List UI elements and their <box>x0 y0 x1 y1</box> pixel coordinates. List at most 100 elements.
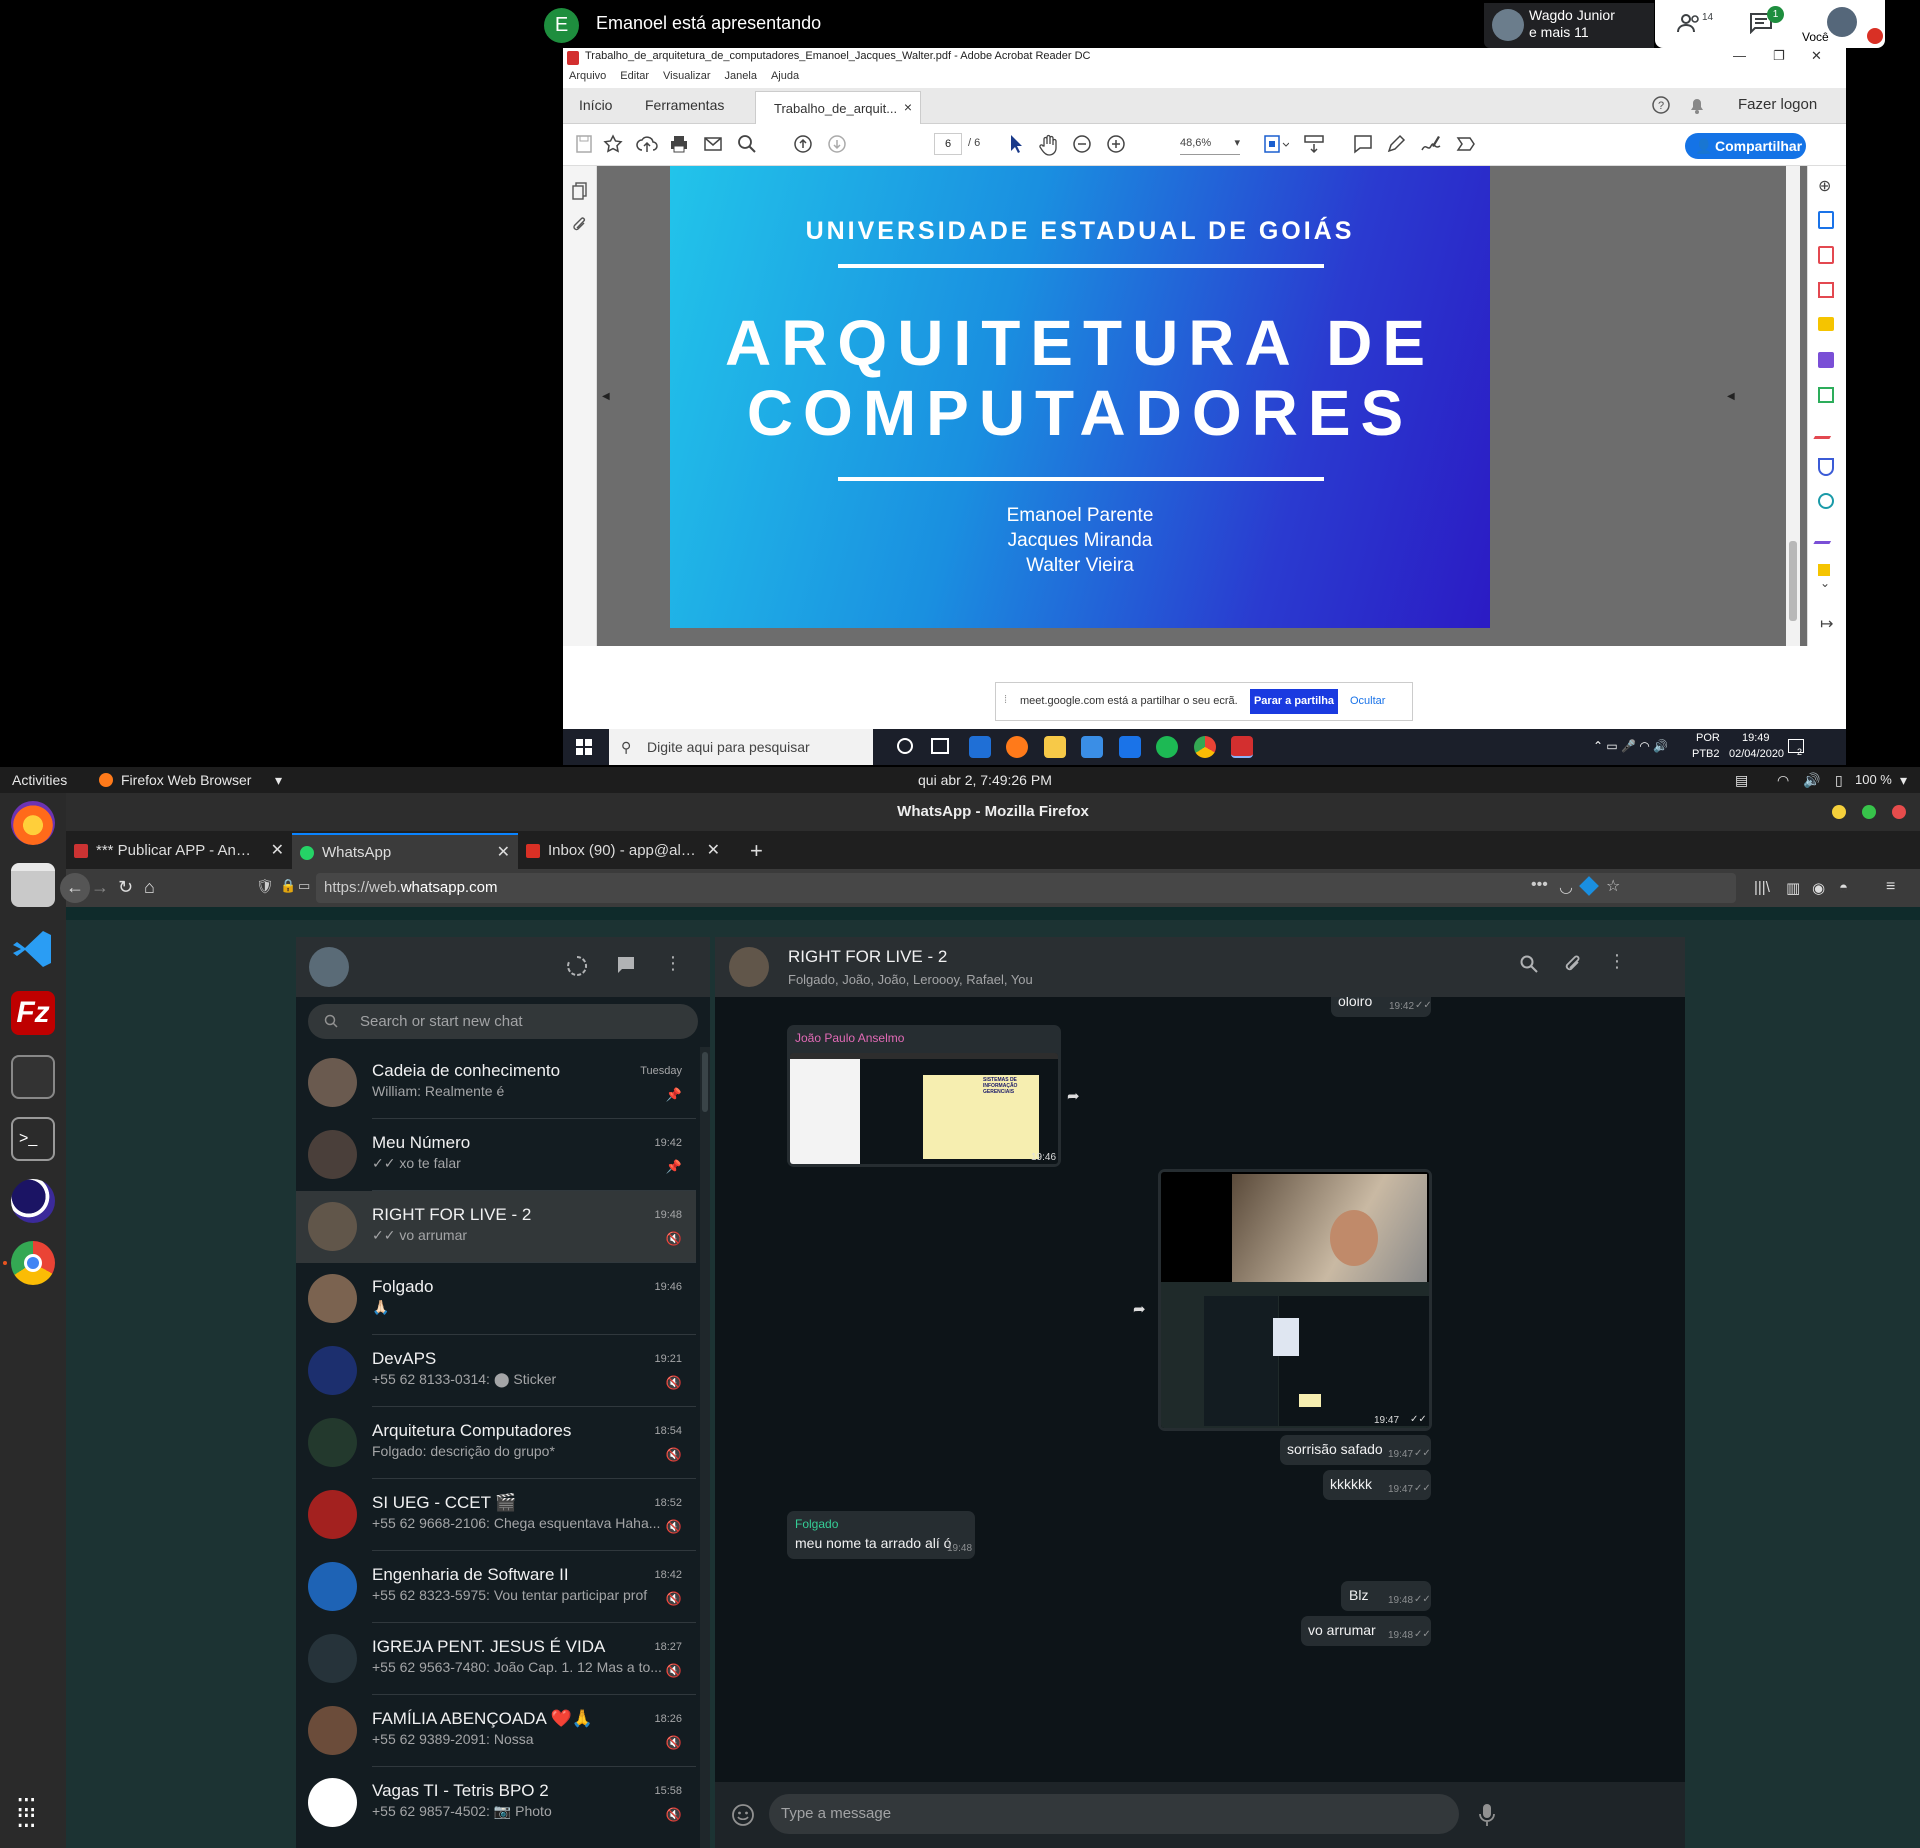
back-icon[interactable]: ← <box>60 873 90 903</box>
windows-search-input[interactable]: ⚲ Digite aqui para pesquisar <box>609 729 873 765</box>
explorer-icon[interactable] <box>1044 736 1066 758</box>
microphone-icon[interactable] <box>1479 1803 1495 1827</box>
zoom-in-icon[interactable] <box>1106 134 1126 154</box>
chat-list-scrollbar[interactable] <box>700 1047 710 1848</box>
menu-visualizar[interactable]: Visualizar <box>663 70 711 82</box>
save-icon[interactable] <box>575 134 593 154</box>
chat-item[interactable]: IGREJA PENT. JESUS É VIDA +55 62 9563-74… <box>296 1623 696 1695</box>
tab-home[interactable]: Início <box>579 97 612 113</box>
terminal-icon[interactable]: >_ <box>11 1117 55 1161</box>
search-icon[interactable] <box>1520 955 1538 973</box>
edit-pdf-icon[interactable] <box>1813 423 1839 439</box>
menu-arquivo[interactable]: Arquivo <box>569 70 606 82</box>
chat-item[interactable]: Meu Número ✓✓ xo te falar 19:42 📌 <box>296 1119 696 1191</box>
login-link[interactable]: Fazer logon <box>1738 96 1817 113</box>
minimize-icon[interactable]: — <box>1733 48 1746 63</box>
activities-button[interactable]: Activities <box>12 772 67 788</box>
select-cursor-icon[interactable] <box>1008 134 1024 154</box>
menu-dots-icon[interactable]: ⋮ <box>664 953 682 974</box>
message-bubble-out[interactable]: 19:47 ✓✓ <box>1158 1169 1432 1431</box>
chat-item[interactable]: Vagas TI - Tetris BPO 2 +55 62 9857-4502… <box>296 1767 696 1839</box>
collapse-panel-icon[interactable]: ↦ <box>1820 614 1833 634</box>
vscode-icon[interactable] <box>11 927 55 971</box>
windows-start-icon[interactable] <box>576 739 592 755</box>
page-number-input[interactable]: 6 <box>934 133 962 155</box>
filezilla-icon[interactable]: Fz <box>11 991 55 1035</box>
protect-icon[interactable] <box>1818 458 1834 476</box>
store-icon[interactable] <box>1081 736 1103 758</box>
url-bar[interactable]: 🛡 🔒 ▭ https://web.whatsapp.com ••• ◡ ☆ <box>256 873 1736 903</box>
message-bubble-out[interactable]: oloiro 19:42 ✓✓ <box>1331 997 1432 1017</box>
conversation-header[interactable]: RIGHT FOR LIVE - 2 Folgado, João, João, … <box>715 937 1685 997</box>
menu-janela[interactable]: Janela <box>725 70 757 82</box>
comment-icon[interactable] <box>1353 134 1373 154</box>
fit-page-icon[interactable] <box>1263 134 1289 154</box>
fill-sign-icon[interactable] <box>1813 528 1839 544</box>
send-sign-icon[interactable] <box>1454 134 1476 154</box>
pocket-icon[interactable]: ◡ <box>1559 877 1573 897</box>
attachment-icon[interactable] <box>572 216 588 234</box>
comment-tool-icon[interactable] <box>1818 317 1834 331</box>
reload-icon[interactable]: ↻ <box>118 877 133 898</box>
app-menu[interactable]: Firefox Web Browser <box>121 772 251 788</box>
acrobat-taskbar-icon[interactable] <box>1231 736 1253 758</box>
show-applications-icon[interactable]: ⁚⁚⁚ ⁚⁚⁚ <box>16 1795 37 1831</box>
tab-close-icon[interactable]: ✕ <box>497 835 510 871</box>
hand-tool-icon[interactable] <box>1038 134 1060 156</box>
new-tab-icon[interactable]: + <box>750 833 763 869</box>
message-input[interactable]: Type a message <box>769 1794 1459 1834</box>
tray-icons[interactable]: ⌃ ▭ 🎤 ◠ 🔊 <box>1593 739 1743 753</box>
cortana-icon[interactable] <box>897 738 913 754</box>
chat-list-scroll-thumb[interactable] <box>702 1052 708 1112</box>
forward-icon[interactable]: → <box>91 877 109 898</box>
menu-editar[interactable]: Editar <box>620 70 649 82</box>
page-down-icon[interactable] <box>827 134 847 154</box>
keyboard-icon[interactable]: ▤ <box>1735 772 1748 789</box>
close-button[interactable] <box>1892 805 1906 819</box>
tab-close-icon[interactable]: × <box>904 99 912 115</box>
system-monitor-icon[interactable] <box>11 1055 55 1099</box>
share-button[interactable]: 👤 Compartilhar <box>1685 133 1806 159</box>
my-avatar[interactable] <box>309 947 349 987</box>
page-actions-icon[interactable]: ••• <box>1531 876 1548 894</box>
lang-primary[interactable]: POR <box>1696 732 1720 744</box>
hide-notice-link[interactable]: Ocultar <box>1350 695 1385 707</box>
scroll-mode-icon[interactable] <box>1303 134 1325 154</box>
hamburger-menu-icon[interactable]: ≡ <box>1886 878 1895 896</box>
compress-icon[interactable] <box>1818 387 1834 403</box>
extension-icon[interactable] <box>1579 876 1599 896</box>
message-image[interactable]: SISTEMAS DE INFORMAÇÃO GERENCIAIS <box>790 1053 1058 1164</box>
chat-item[interactable]: SI UEG - CCET 🎬 +55 62 9668-2106: Chega … <box>296 1479 696 1551</box>
message-bubble-out[interactable]: kkkkkk 19:47 ✓✓ <box>1323 1470 1431 1500</box>
home-icon[interactable]: ⌂ <box>144 877 155 898</box>
stop-sharing-button[interactable]: Parar a partilha <box>1250 689 1338 714</box>
bell-icon[interactable] <box>1688 95 1706 115</box>
taskbar-time[interactable]: 19:49 <box>1742 732 1770 744</box>
tracking-shield-icon[interactable]: 🛡 <box>256 878 274 895</box>
sidebar-icon[interactable]: ▥ <box>1786 879 1800 897</box>
chat-item[interactable]: Folgado 🙏🏻 19:46 <box>296 1263 696 1335</box>
spotify-icon[interactable] <box>1156 736 1178 758</box>
minimize-button[interactable] <box>1832 805 1846 819</box>
chat-item[interactable]: Engenharia de Software II +55 62 8323-59… <box>296 1551 696 1623</box>
highlight-pen-icon[interactable] <box>1386 134 1406 154</box>
page-up-icon[interactable] <box>793 134 813 154</box>
bookmark-star-icon[interactable] <box>603 134 623 154</box>
tab-tools[interactable]: Ferramentas <box>645 97 724 113</box>
library-icon[interactable]: |||\ <box>1754 879 1770 896</box>
drag-handle-icon[interactable]: ⁞ <box>1004 694 1007 706</box>
pages-thumbnail-icon[interactable] <box>572 182 588 200</box>
collapse-right-icon[interactable]: ◀ <box>1727 391 1735 402</box>
organize-pages-icon[interactable] <box>1818 282 1834 298</box>
more-tools-icon[interactable] <box>1818 564 1830 576</box>
collapse-left-icon[interactable]: ◀ <box>602 391 610 402</box>
print-icon[interactable] <box>669 134 689 154</box>
wifi-icon[interactable]: ◠ <box>1777 772 1789 789</box>
restore-icon[interactable]: ❐ <box>1773 48 1785 64</box>
attach-icon[interactable] <box>1563 954 1583 974</box>
message-bubble-out[interactable]: sorrisão safado 19:47 ✓✓ <box>1280 1435 1431 1465</box>
document-view[interactable]: ◀ UNIVERSIDADE ESTADUAL DE GOIÁS ARQUITE… <box>597 166 1807 646</box>
zoom-select[interactable]: 48,6% ▾ <box>1180 133 1240 155</box>
status-icon[interactable] <box>566 955 588 977</box>
help-icon[interactable]: ? <box>1651 95 1671 115</box>
